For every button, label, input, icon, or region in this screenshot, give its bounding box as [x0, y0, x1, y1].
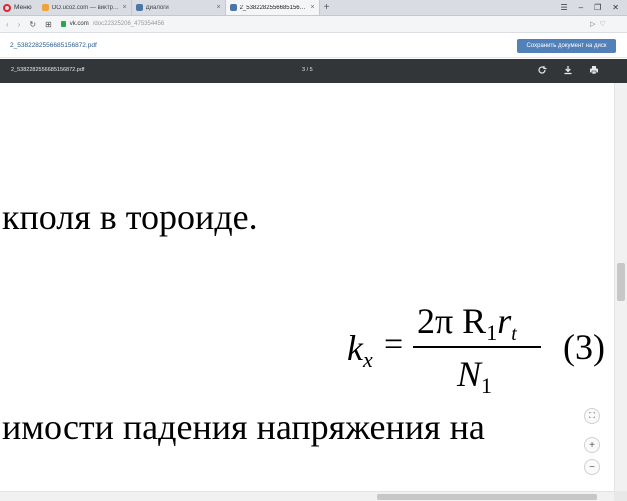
formula-denominator: N1 [457, 354, 493, 398]
tab-dialogs[interactable]: Диалоги × [132, 0, 226, 15]
print-icon[interactable] [589, 64, 599, 76]
formula-equals: = [384, 326, 404, 363]
scrollbar-corner [614, 491, 627, 501]
tab-pdf[interactable]: 2_5382282556685156872.pdf × [225, 0, 320, 15]
snapshot-icon[interactable]: ▷ [590, 20, 595, 28]
vertical-scroll-thumb[interactable] [617, 263, 625, 301]
pdf-tools [537, 64, 599, 76]
page-indicator: 3 / 5 [302, 67, 313, 73]
horizontal-scroll-thumb[interactable] [377, 494, 597, 500]
close-tab-icon[interactable]: × [310, 4, 314, 11]
formula-numerator: 2π R1rt [417, 301, 517, 345]
menu-label: Меню [14, 4, 32, 11]
vk-favicon-icon [135, 4, 143, 11]
doc-header: 2_5382282556685156872.pdf Сохранить доку… [0, 33, 627, 58]
opera-logo-icon [3, 3, 11, 12]
zoom-in-button[interactable]: + [584, 437, 600, 453]
horizontal-scrollbar[interactable] [0, 491, 614, 501]
total-pages: 5 [309, 67, 313, 73]
pdf-file-name: 2_5382282556685156872.pdf [11, 67, 85, 73]
browser-tab-bar: Меню OO.ucoz.com — виктрина × Диалоги × … [0, 0, 627, 16]
tab-title: Диалоги [145, 4, 169, 11]
document-text-line: кполя в тороиде. [2, 197, 258, 237]
new-tab-button[interactable]: + [320, 0, 334, 15]
rotate-icon[interactable] [537, 64, 547, 76]
tab-title: OO.ucoz.com — виктрина [51, 4, 120, 11]
pdf-toolbar: 2_5382282556685156872.pdf 3 / 5 [0, 59, 627, 83]
url-field[interactable]: vk.com/doc22325206_475354456 ▷ ♡ [60, 18, 606, 30]
window-controls: ☰ – ❐ ✕ [561, 0, 627, 15]
vk-favicon-icon [229, 4, 237, 11]
minimize-icon[interactable]: – [579, 3, 583, 12]
equation-number: (3) [563, 327, 605, 367]
opera-menu-button[interactable]: Меню [0, 0, 38, 15]
lock-icon [60, 21, 66, 27]
formula-lhs: kx [347, 328, 373, 372]
tab-ucoz[interactable]: OO.ucoz.com — виктрина × [38, 0, 132, 15]
save-to-disk-button[interactable]: Сохранить документ на диск [517, 39, 616, 53]
close-tab-icon[interactable]: × [216, 4, 220, 11]
page-separator: / [306, 67, 309, 73]
document-text-line: имости падения напряжения на [2, 407, 485, 447]
zoom-out-button[interactable]: − [584, 459, 600, 475]
fraction-bar [413, 346, 541, 348]
doc-file-name: 2_5382282556685156872.pdf [10, 42, 97, 49]
tab-title: 2_5382282556685156872.pdf [239, 4, 308, 11]
address-bar: ‹ › ↻ ⊞ vk.com/doc22325206_475354456 ▷ ♡ [0, 16, 627, 33]
close-tab-icon[interactable]: × [122, 4, 126, 11]
easy-setup-icon[interactable]: ☰ [561, 3, 568, 12]
url-path: /doc22325206_475354456 [92, 21, 165, 27]
forward-icon[interactable]: › [18, 20, 21, 29]
restore-icon[interactable]: ❐ [594, 3, 601, 12]
current-page[interactable]: 3 [302, 67, 305, 73]
bookmark-heart-icon[interactable]: ♡ [599, 20, 605, 28]
download-icon[interactable] [563, 64, 573, 76]
speed-dial-icon[interactable]: ⊞ [45, 20, 52, 29]
pdf-page: кполя в тороиде. kx = 2π R1rt N1 (3) имо… [0, 83, 614, 491]
formula-3: kx = 2π R1rt N1 (3) [347, 298, 614, 403]
fit-page-button[interactable]: ⛶ [584, 408, 600, 424]
url-host: vk.com [69, 21, 89, 27]
ucoz-favicon-icon [41, 4, 49, 11]
url-actions: ▷ ♡ [590, 20, 606, 28]
reload-icon[interactable]: ↻ [29, 20, 36, 29]
close-window-icon[interactable]: ✕ [612, 3, 619, 12]
vertical-scrollbar[interactable] [614, 83, 627, 491]
back-icon[interactable]: ‹ [6, 20, 9, 29]
